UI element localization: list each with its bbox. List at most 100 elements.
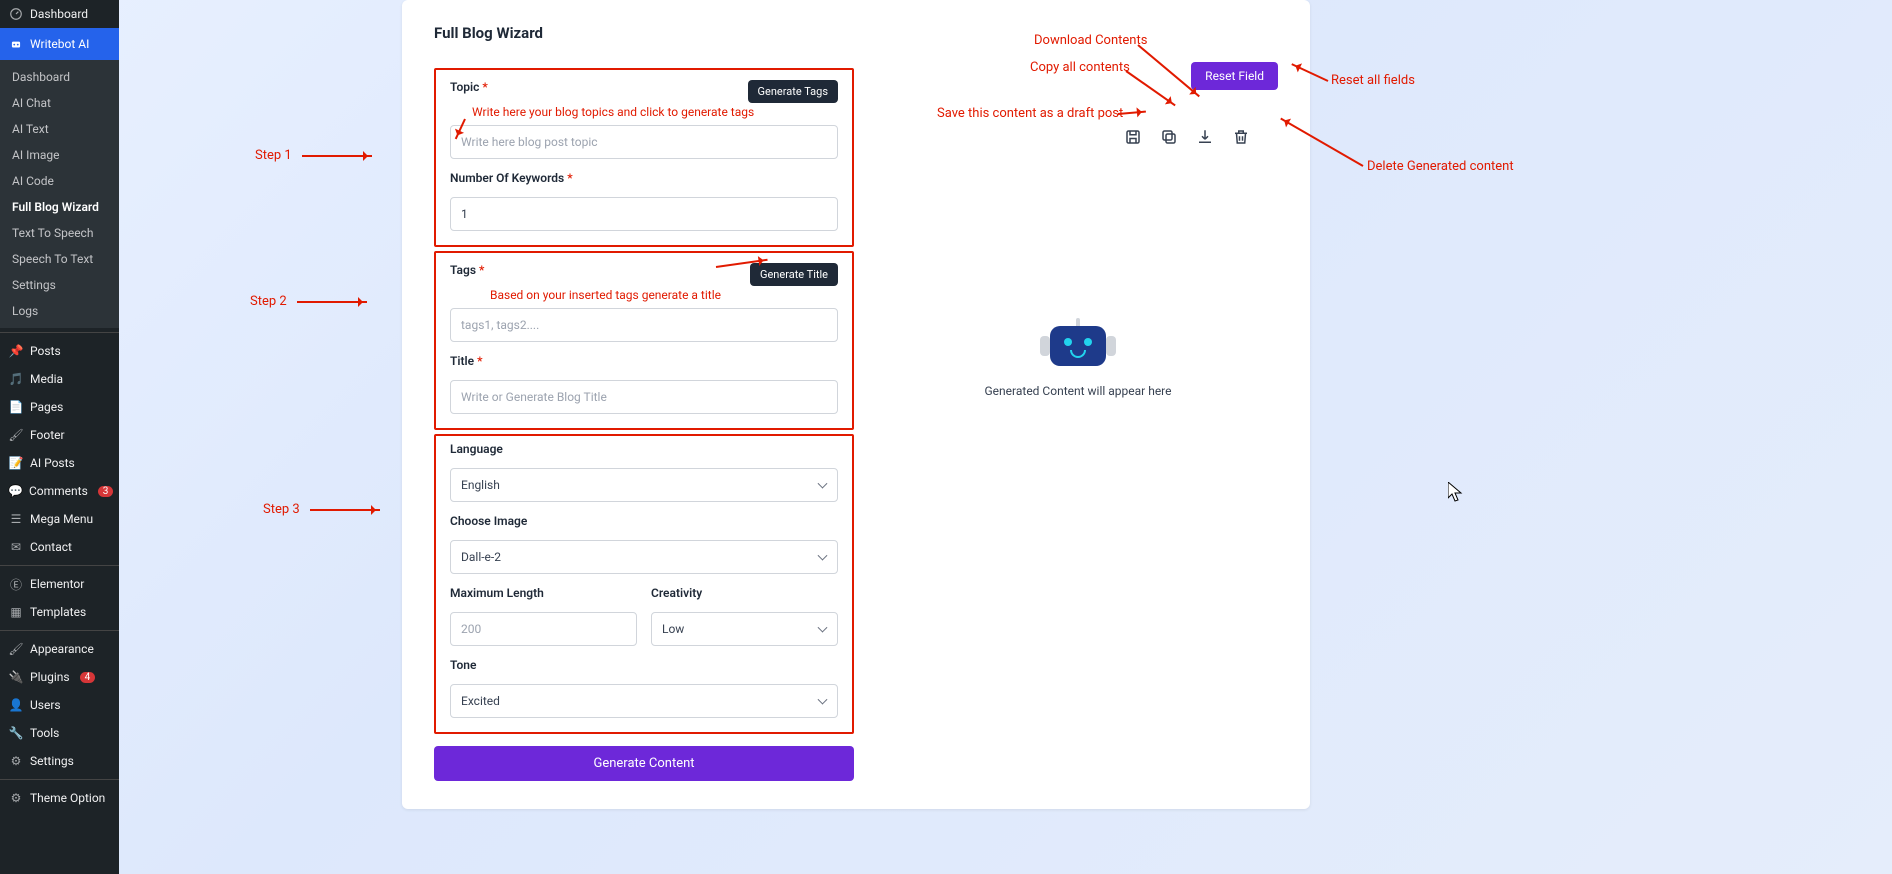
sidebar-item-dashboard[interactable]: Dashboard — [0, 0, 119, 28]
choose-image-label: Choose Image — [450, 514, 838, 528]
generate-title-button[interactable]: Generate Title — [750, 263, 838, 286]
sidebar-label: Posts — [30, 344, 61, 358]
gear-icon: ⚙ — [8, 753, 24, 769]
num-keywords-label: Number Of Keywords * — [450, 171, 838, 185]
sidebar-item-megamenu[interactable]: ☰ Mega Menu — [0, 505, 119, 533]
admin-sidebar: Dashboard Writebot AI Dashboard AI Chat … — [0, 0, 119, 874]
download-annotation: Download Contents — [1034, 33, 1147, 48]
title-label: Title * — [450, 354, 838, 368]
sidebar-label: Footer — [30, 428, 65, 442]
sidebar-item-writebot[interactable]: Writebot AI — [0, 28, 119, 60]
step3-box: Language English Choose Image Dall-e-2 M… — [434, 434, 854, 734]
comment-icon: 💬 — [8, 483, 23, 499]
brush-icon: 🖌 — [8, 427, 24, 443]
save-annotation: Save this content as a draft post — [937, 106, 1123, 121]
num-keywords-input[interactable] — [450, 197, 838, 231]
output-placeholder: Generated Content will appear here — [878, 318, 1278, 398]
language-label: Language — [450, 442, 838, 456]
tags-input[interactable] — [450, 308, 838, 342]
sidebar-label: Media — [30, 372, 63, 386]
plug-icon: 🔌 — [8, 669, 24, 685]
copy-icon[interactable] — [1160, 128, 1178, 146]
brush2-icon: 🖌 — [8, 641, 24, 657]
step1-annotation: Step 1 — [255, 148, 372, 163]
speedometer-icon — [8, 6, 24, 22]
sidebar-item-tools[interactable]: 🔧 Tools — [0, 719, 119, 747]
creativity-label: Creativity — [651, 586, 838, 600]
sidebar-sub-settings[interactable]: Settings — [0, 272, 119, 298]
robot-icon — [8, 36, 24, 52]
wizard-card: Full Blog Wizard Topic * Generate Tags W… — [402, 0, 1310, 809]
sidebar-label: Appearance — [30, 642, 94, 656]
pin-icon: 📌 — [8, 343, 24, 359]
sidebar-item-pages[interactable]: 📄Pages — [0, 393, 119, 421]
mail-icon: ✉ — [8, 539, 24, 555]
bot-icon — [1042, 318, 1114, 370]
sidebar-sub-aicode[interactable]: AI Code — [0, 168, 119, 194]
sidebar-sub-aichat[interactable]: AI Chat — [0, 90, 119, 116]
sidebar-label: Tools — [30, 726, 59, 740]
tags-help-annotation: Based on your inserted tags generate a t… — [490, 288, 838, 302]
download-icon[interactable] — [1196, 128, 1214, 146]
sidebar-item-comments[interactable]: 💬Comments3 — [0, 477, 119, 505]
save-draft-icon[interactable] — [1124, 128, 1142, 146]
sidebar-sub-logs[interactable]: Logs — [0, 298, 119, 324]
sidebar-sub-dashboard[interactable]: Dashboard — [0, 64, 119, 90]
sidebar-label: Dashboard — [30, 7, 88, 21]
title-input[interactable] — [450, 380, 838, 414]
sidebar-item-contact[interactable]: ✉ Contact — [0, 533, 119, 561]
sidebar-label: Templates — [30, 605, 86, 619]
tone-select[interactable]: Excited — [450, 684, 838, 718]
sidebar-sub-fullblog[interactable]: Full Blog Wizard — [0, 194, 119, 220]
topic-label: Topic * — [450, 80, 488, 94]
user-icon: 👤 — [8, 697, 24, 713]
elementor-icon: Ⓔ — [8, 576, 24, 592]
sidebar-item-aiposts[interactable]: 📝AI Posts — [0, 449, 119, 477]
page-title: Full Blog Wizard — [434, 24, 1278, 42]
mouse-cursor — [1448, 482, 1464, 502]
sidebar-item-footer[interactable]: 🖌 Footer — [0, 421, 119, 449]
sidebar-item-elementor[interactable]: ⒺElementor — [0, 570, 119, 598]
step2-annotation: Step 2 — [250, 294, 367, 309]
step1-box: Topic * Generate Tags Write here your bl… — [434, 68, 854, 247]
sidebar-label: Comments — [29, 484, 88, 498]
sidebar-label: Pages — [30, 400, 63, 414]
sidebar-item-settings[interactable]: ⚙Settings — [0, 747, 119, 775]
sidebar-item-appearance[interactable]: 🖌 Appearance — [0, 635, 119, 663]
creativity-select[interactable]: Low — [651, 612, 838, 646]
templates-icon: ▦ — [8, 604, 24, 620]
reset-annotation: Reset all fields — [1331, 73, 1415, 88]
sidebar-item-themeoption[interactable]: ⚙Theme Option — [0, 784, 119, 812]
sidebar-item-plugins[interactable]: 🔌Plugins4 — [0, 663, 119, 691]
sidebar-label: Plugins — [30, 670, 70, 684]
generate-content-button[interactable]: Generate Content — [434, 746, 854, 781]
delete-annotation: Delete Generated content — [1367, 159, 1514, 174]
reset-field-button[interactable]: Reset Field — [1191, 62, 1278, 90]
max-length-input[interactable] — [450, 612, 637, 646]
generate-tags-button[interactable]: Generate Tags — [748, 80, 838, 103]
sliders-icon: ⚙ — [8, 790, 24, 806]
sidebar-label: Mega Menu — [30, 512, 93, 526]
delete-icon[interactable] — [1232, 128, 1250, 146]
sidebar-sub-stt[interactable]: Speech To Text — [0, 246, 119, 272]
media-icon: 🎵 — [8, 371, 24, 387]
tone-label: Tone — [450, 658, 838, 672]
sidebar-sub-aitext[interactable]: AI Text — [0, 116, 119, 142]
sidebar-item-users[interactable]: 👤 Users — [0, 691, 119, 719]
choose-image-select[interactable]: Dall-e-2 — [450, 540, 838, 574]
ai-post-icon: 📝 — [8, 455, 24, 471]
sidebar-submenu: Dashboard AI Chat AI Text AI Image AI Co… — [0, 60, 119, 328]
sidebar-label: Contact — [30, 540, 72, 554]
sidebar-sub-tts[interactable]: Text To Speech — [0, 220, 119, 246]
sidebar-sub-aiimage[interactable]: AI Image — [0, 142, 119, 168]
menu-icon: ☰ — [8, 511, 24, 527]
topic-input[interactable] — [450, 125, 838, 159]
sidebar-item-media[interactable]: 🎵 Media — [0, 365, 119, 393]
sidebar-item-templates[interactable]: ▦ Templates — [0, 598, 119, 626]
wrench-icon: 🔧 — [8, 725, 24, 741]
sidebar-label: Users — [30, 698, 61, 712]
form-column: Topic * Generate Tags Write here your bl… — [434, 68, 854, 781]
topic-help-annotation: Write here your blog topics and click to… — [472, 105, 838, 119]
language-select[interactable]: English — [450, 468, 838, 502]
sidebar-item-posts[interactable]: 📌 Posts — [0, 337, 119, 365]
